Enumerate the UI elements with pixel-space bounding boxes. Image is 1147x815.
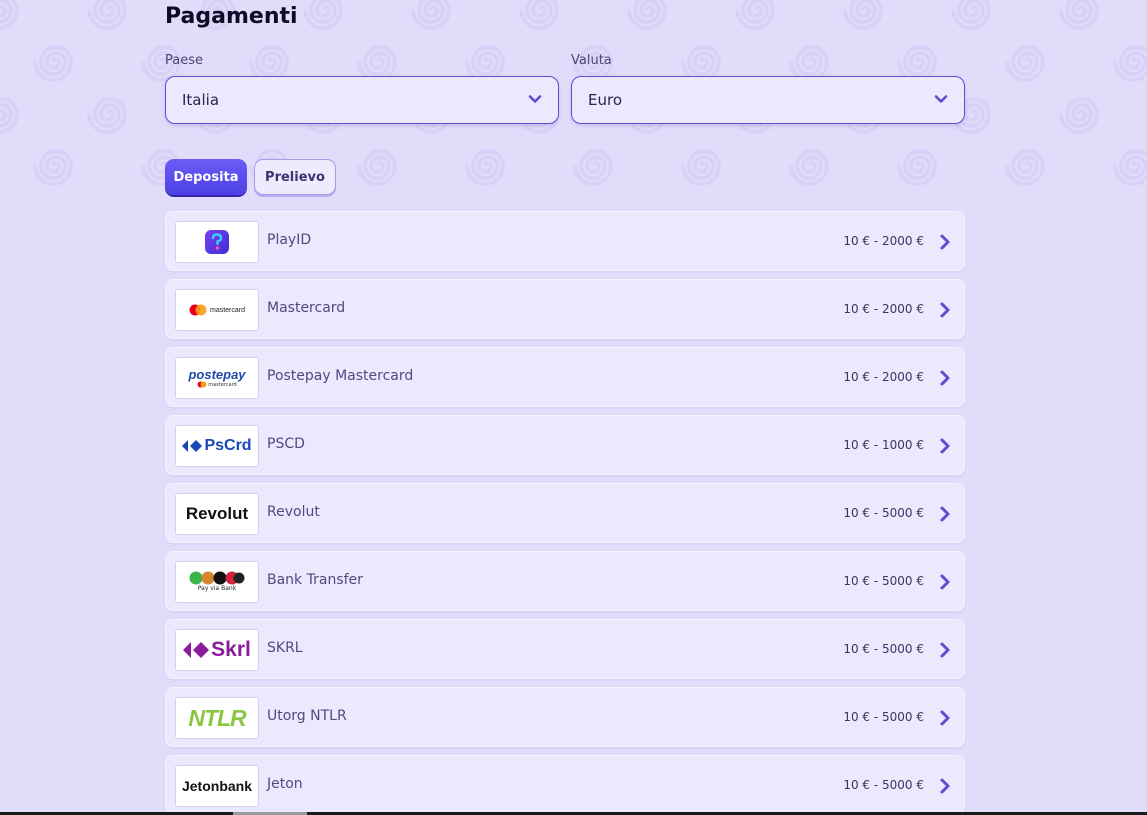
chevron-right-icon bbox=[938, 505, 952, 527]
chevron-right-icon bbox=[938, 369, 952, 391]
revolut-logo: Revolut bbox=[175, 493, 259, 535]
payment-method-playid[interactable]: PlayID 10 € - 2000 € bbox=[165, 211, 965, 271]
method-range: 10 € - 2000 € bbox=[843, 302, 924, 316]
chevron-right-icon bbox=[938, 641, 952, 663]
method-name: Postepay Mastercard bbox=[267, 368, 414, 384]
method-range: 10 € - 5000 € bbox=[843, 710, 924, 724]
tab-deposit[interactable]: Deposita bbox=[165, 159, 247, 195]
method-name: Jeton bbox=[267, 776, 303, 792]
postepay-logo: postepay mastercard bbox=[175, 357, 259, 399]
bank-logos-strip bbox=[189, 571, 245, 585]
playid-logo bbox=[175, 221, 259, 263]
method-range: 10 € - 5000 € bbox=[843, 642, 924, 656]
payment-method-jeton[interactable]: Jetonbank Jeton 10 € - 5000 € bbox=[165, 755, 965, 815]
method-range: 10 € - 2000 € bbox=[843, 370, 924, 384]
payment-method-revolut[interactable]: Revolut Revolut 10 € - 5000 € bbox=[165, 483, 965, 543]
chevron-down-icon bbox=[934, 92, 948, 110]
postepay-mastercard-mark: mastercard bbox=[197, 381, 237, 389]
mastercard-logo: mastercard bbox=[175, 289, 259, 331]
skrl-logo-text: Skrl bbox=[211, 638, 251, 661]
method-name: Revolut bbox=[267, 504, 320, 520]
method-range: 10 € - 1000 € bbox=[843, 438, 924, 452]
pscrd-logo: PsCrd bbox=[175, 425, 259, 467]
ntlr-logo: NTLR bbox=[175, 697, 259, 739]
method-name: SKRL bbox=[267, 640, 303, 656]
skrl-logo: Skrl bbox=[175, 629, 259, 671]
method-range: 10 € - 5000 € bbox=[843, 778, 924, 792]
payment-method-postepay[interactable]: postepay mastercard Postepay Mastercard … bbox=[165, 347, 965, 407]
payment-method-skrl[interactable]: Skrl SKRL 10 € - 5000 € bbox=[165, 619, 965, 679]
country-select-value: Italia bbox=[182, 91, 220, 109]
payment-method-bank-transfer[interactable]: Pay via Bank Bank Transfer 10 € - 5000 € bbox=[165, 551, 965, 611]
method-name: Mastercard bbox=[267, 300, 346, 316]
mastercard-logo-text: mastercard bbox=[209, 306, 245, 314]
postepay-logo-text: postepay bbox=[188, 366, 246, 382]
country-select[interactable]: Italia bbox=[165, 76, 559, 124]
method-name: Bank Transfer bbox=[267, 572, 363, 588]
chevron-right-icon bbox=[938, 437, 952, 459]
country-label: Paese bbox=[165, 53, 203, 68]
bank-transfer-logo-text: Pay via Bank bbox=[197, 585, 237, 592]
currency-select[interactable]: Euro bbox=[571, 76, 965, 124]
pscrd-logo-text: PsCrd bbox=[204, 437, 252, 454]
method-name: PSCD bbox=[267, 436, 305, 452]
chevron-right-icon bbox=[938, 573, 952, 595]
ntlr-logo-text: NTLR bbox=[188, 704, 246, 731]
revolut-logo-text: Revolut bbox=[185, 504, 249, 523]
payment-method-pscd[interactable]: PsCrd PSCD 10 € - 1000 € bbox=[165, 415, 965, 475]
chevron-right-icon bbox=[938, 301, 952, 323]
postepay-logo-subtext: mastercard bbox=[208, 381, 237, 388]
method-range: 10 € - 5000 € bbox=[843, 574, 924, 588]
method-name: PlayID bbox=[267, 232, 312, 248]
bank-transfer-logo: Pay via Bank bbox=[175, 561, 259, 603]
page-title: Pagamenti bbox=[165, 4, 298, 29]
currency-select-value: Euro bbox=[588, 91, 622, 109]
chevron-right-icon bbox=[938, 777, 952, 799]
method-name: Utorg NTLR bbox=[267, 708, 347, 724]
chevron-down-icon bbox=[528, 92, 542, 110]
jetonbank-logo-text: Jetonbank bbox=[181, 778, 252, 794]
method-range: 10 € - 2000 € bbox=[843, 234, 924, 248]
method-range: 10 € - 5000 € bbox=[843, 506, 924, 520]
jetonbank-logo: Jetonbank bbox=[175, 765, 259, 807]
chevron-right-icon bbox=[938, 709, 952, 731]
chevron-right-icon bbox=[938, 233, 952, 255]
payment-method-mastercard[interactable]: mastercard Mastercard 10 € - 2000 € bbox=[165, 279, 965, 339]
payment-method-ntlr[interactable]: NTLR Utorg NTLR 10 € - 5000 € bbox=[165, 687, 965, 747]
tab-withdraw[interactable]: Prelievo bbox=[254, 159, 336, 195]
currency-label: Valuta bbox=[571, 53, 612, 68]
